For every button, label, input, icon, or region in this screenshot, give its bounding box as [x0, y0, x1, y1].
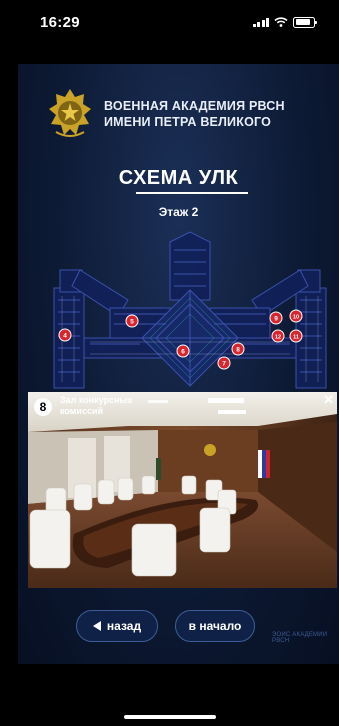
svg-text:8: 8 — [236, 347, 240, 354]
page-title: СХЕМА УЛК — [118, 167, 239, 189]
home-button-label: в начало — [188, 619, 242, 633]
back-button-label: назад — [106, 619, 142, 633]
svg-text:12: 12 — [275, 335, 281, 341]
plan-marker-8[interactable]: 8 — [231, 342, 245, 356]
svg-text:7: 7 — [222, 361, 226, 368]
academy-name: ВОЕННАЯ АКАДЕМИЯ РВСН ИМЕНИ ПЕТРА ВЕЛИКО… — [104, 98, 285, 130]
plan-marker-5[interactable]: 5 — [125, 314, 139, 328]
title-underline — [136, 192, 248, 194]
svg-text:5: 5 — [130, 319, 134, 326]
status-bar: 16:29 — [0, 0, 339, 44]
cellular-signal-icon — [252, 17, 269, 27]
watermark: ЭОИС АКАДЕМИИ РВСН — [272, 632, 328, 644]
plan-marker-6[interactable]: 6 — [176, 344, 190, 358]
svg-text:11: 11 — [293, 335, 299, 341]
room-name: Зал конкурсных комиссий — [60, 395, 133, 416]
home-indicator — [124, 715, 216, 719]
clock: 16:29 — [40, 13, 80, 31]
plan-marker-4[interactable]: 4 — [58, 328, 72, 342]
battery-icon — [293, 16, 317, 28]
back-button[interactable]: назад — [76, 610, 158, 642]
room-photo-card: 8 Зал конкурсных комиссий ✕ — [28, 392, 337, 588]
academy-name-line2: ИМЕНИ ПЕТРА ВЕЛИКОГО — [104, 115, 272, 129]
plan-marker-11[interactable]: 11 — [289, 329, 303, 343]
plan-marker-10[interactable]: 10 — [289, 309, 303, 323]
close-icon[interactable]: ✕ — [323, 393, 334, 406]
academy-name-line1: ВОЕННАЯ АКАДЕМИЯ РВСН — [104, 99, 285, 113]
room-photo — [28, 392, 337, 588]
plan-marker-7[interactable]: 7 — [217, 356, 231, 370]
wifi-icon — [274, 17, 288, 27]
room-number-badge: 8 — [34, 398, 52, 416]
system-icons — [252, 16, 317, 28]
svg-text:10: 10 — [293, 315, 299, 321]
back-arrow-icon — [92, 621, 101, 631]
svg-text:9: 9 — [274, 316, 278, 323]
floor-label: Этаж 2 — [158, 205, 199, 219]
plan-marker-12[interactable]: 12 — [271, 329, 285, 343]
header: ВОЕННАЯ АКАДЕМИЯ РВСН ИМЕНИ ПЕТРА ВЕЛИКО… — [48, 88, 285, 140]
plan-marker-9[interactable]: 9 — [269, 311, 283, 325]
home-button[interactable]: в начало — [175, 610, 255, 642]
svg-text:6: 6 — [181, 349, 185, 356]
svg-text:4: 4 — [63, 333, 67, 340]
academy-emblem-icon — [49, 89, 91, 137]
floor-plan: 4 5 6 7 8 9 10 11 12 — [53, 231, 327, 389]
